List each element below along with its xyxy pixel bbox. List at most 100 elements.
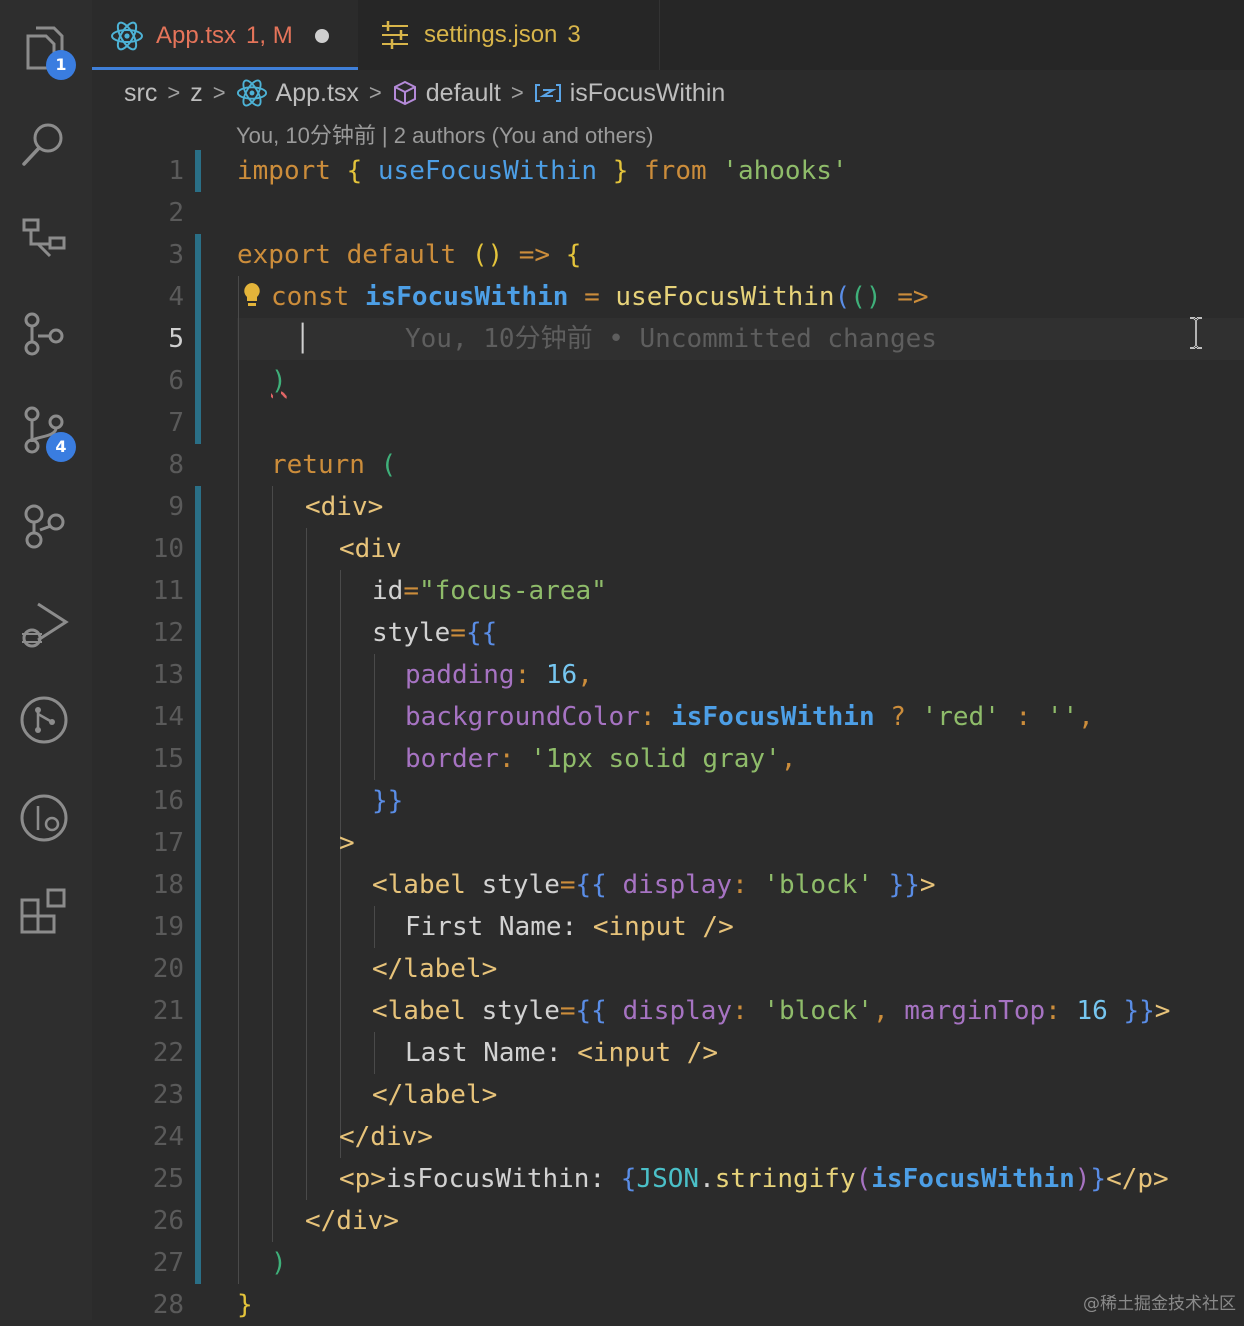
- git-branch-icon: [24, 504, 65, 549]
- code-line[interactable]: 17 >: [92, 822, 1244, 864]
- line-number: 27: [152, 1248, 184, 1278]
- ibeam-cursor-icon: [1190, 317, 1202, 349]
- breadcrumb-item-z[interactable]: z: [190, 79, 203, 108]
- tab-app-tsx[interactable]: App.tsx 1, M: [92, 0, 358, 70]
- line-number: 18: [152, 870, 184, 900]
- breadcrumb-item-default[interactable]: default: [392, 79, 501, 108]
- tab-app-status: 1, M: [246, 22, 293, 49]
- run-debug-button[interactable]: [18, 598, 70, 650]
- code-text: ): [271, 366, 287, 396]
- line-number: 20: [152, 954, 184, 984]
- code-line[interactable]: 18 <label style={{ display: 'block' }}>: [92, 864, 1244, 906]
- code-text: >: [339, 828, 355, 858]
- code-line[interactable]: 2: [92, 192, 1244, 234]
- code-line[interactable]: 25 <p>isFocusWithin: {JSON.stringify(isF…: [92, 1158, 1244, 1200]
- code-text: </label>: [372, 954, 498, 984]
- line-number: 6: [168, 366, 184, 396]
- line-number: 24: [152, 1122, 184, 1152]
- code-line[interactable]: 24 </div>: [92, 1116, 1244, 1158]
- code-line[interactable]: 26 </div>: [92, 1200, 1244, 1242]
- line-number-active: 5: [168, 324, 184, 354]
- code-line[interactable]: 10 <div: [92, 528, 1244, 570]
- line-number: 22: [152, 1038, 184, 1068]
- code-line[interactable]: 8 return (: [92, 444, 1244, 486]
- code-line[interactable]: 3 export default () => {: [92, 234, 1244, 276]
- code-line[interactable]: 22 Last Name: <input />: [92, 1032, 1244, 1074]
- code-line[interactable]: 5 ▏ You, 10分钟前 • Uncommitted changes: [92, 318, 1244, 360]
- code-text: ): [271, 1248, 287, 1278]
- line-number: 15: [152, 744, 184, 774]
- code-line[interactable]: 1 import { useFocusWithin } from 'ahooks…: [92, 150, 1244, 192]
- code-text: <div: [339, 534, 402, 564]
- remote-button[interactable]: [18, 694, 70, 746]
- blame-header[interactable]: You, 10分钟前 | 2 authors (You and others): [236, 118, 653, 150]
- code-line[interactable]: 13 padding: 16,: [92, 654, 1244, 696]
- tab-settings-status: 3: [567, 21, 581, 48]
- code-text: <label style={{ display: 'block', margin…: [372, 996, 1171, 1026]
- code-line[interactable]: 19 First Name: <input />: [92, 906, 1244, 948]
- workflow-button[interactable]: [18, 212, 70, 264]
- line-number: 23: [152, 1080, 184, 1110]
- tab-settings-json[interactable]: settings.json 3: [360, 0, 660, 70]
- extensions-icon: [20, 888, 66, 934]
- branches-button[interactable]: [18, 500, 70, 552]
- settings-sliders-icon: [382, 21, 408, 49]
- chevron-right-icon: >: [368, 80, 382, 105]
- code-line[interactable]: 12 style={{: [92, 612, 1244, 654]
- module-cube-icon: [393, 80, 416, 106]
- line-number: 7: [168, 408, 184, 438]
- code-line[interactable]: 11 id="focus-area": [92, 570, 1244, 612]
- react-icon: [236, 79, 267, 107]
- tab-bar: App.tsx 1, M settings.json 3: [92, 0, 1244, 70]
- code-line[interactable]: 7: [92, 402, 1244, 444]
- explorer-button[interactable]: 1: [18, 22, 76, 80]
- chevron-right-icon: >: [167, 80, 181, 105]
- inline-blame[interactable]: You, 10分钟前 • Uncommitted changes: [405, 318, 937, 360]
- code-text: style={{: [372, 618, 498, 648]
- source-control-badge: 4: [46, 432, 76, 462]
- line-number: 26: [152, 1206, 184, 1236]
- code-line[interactable]: 9 <div>: [92, 486, 1244, 528]
- code-line[interactable]: 23 </label>: [92, 1074, 1244, 1116]
- line-number: 13: [152, 660, 184, 690]
- extensions-button[interactable]: [18, 886, 70, 938]
- code-editor[interactable]: 1 import { useFocusWithin } from 'ahooks…: [92, 150, 1244, 1320]
- code-line[interactable]: 6 ): [92, 360, 1244, 402]
- code-line[interactable]: 27 ): [92, 1242, 1244, 1284]
- code-line[interactable]: 14 backgroundColor: isFocusWithin ? 'red…: [92, 696, 1244, 738]
- line-number: 9: [168, 492, 184, 522]
- code-line[interactable]: 16 }}: [92, 780, 1244, 822]
- tab-settings-name: settings.json: [424, 21, 558, 48]
- code-action-lightbulb-icon[interactable]: [242, 276, 262, 318]
- source-control-graph-button[interactable]: [18, 308, 70, 360]
- line-number: 8: [168, 450, 184, 480]
- code-line[interactable]: 21 <label style={{ display: 'block', mar…: [92, 990, 1244, 1032]
- code-text: backgroundColor: isFocusWithin ? 'red' :…: [405, 702, 1094, 732]
- code-line[interactable]: 15 border: '1px solid gray',: [92, 738, 1244, 780]
- breadcrumb-item-src[interactable]: src: [124, 79, 157, 108]
- line-number: 12: [152, 618, 184, 648]
- code-line[interactable]: 20 </label>: [92, 948, 1244, 990]
- git-pull-request-icon: [20, 696, 68, 744]
- search-button[interactable]: [18, 118, 70, 170]
- line-number: 11: [152, 576, 184, 606]
- code-text: id="focus-area": [372, 576, 607, 606]
- react-icon: [111, 21, 143, 51]
- line-number: 3: [168, 240, 184, 270]
- line-number: 17: [152, 828, 184, 858]
- breadcrumb-item-variable[interactable]: isFocusWithin: [534, 79, 725, 108]
- breadcrumb-file-label: App.tsx: [275, 78, 359, 107]
- source-control-button[interactable]: 4: [18, 404, 76, 462]
- code-text: <div>: [305, 492, 384, 522]
- code-text: import { useFocusWithin } from 'ahooks': [237, 156, 848, 186]
- breadcrumb-item-file[interactable]: App.tsx: [236, 77, 359, 109]
- code-text: export default () => {: [237, 240, 582, 270]
- line-number: 14: [152, 702, 184, 732]
- code-text: padding: 16,: [405, 660, 593, 690]
- unsaved-dot-icon[interactable]: [314, 29, 329, 43]
- code-text: <label style={{ display: 'block' }}>: [372, 870, 936, 900]
- line-number: 21: [152, 996, 184, 1026]
- git-search-button[interactable]: [18, 792, 70, 844]
- git-commit-icon: [24, 312, 64, 356]
- code-line[interactable]: 4 const isFocusWithin = useFocusWithin((…: [92, 276, 1244, 318]
